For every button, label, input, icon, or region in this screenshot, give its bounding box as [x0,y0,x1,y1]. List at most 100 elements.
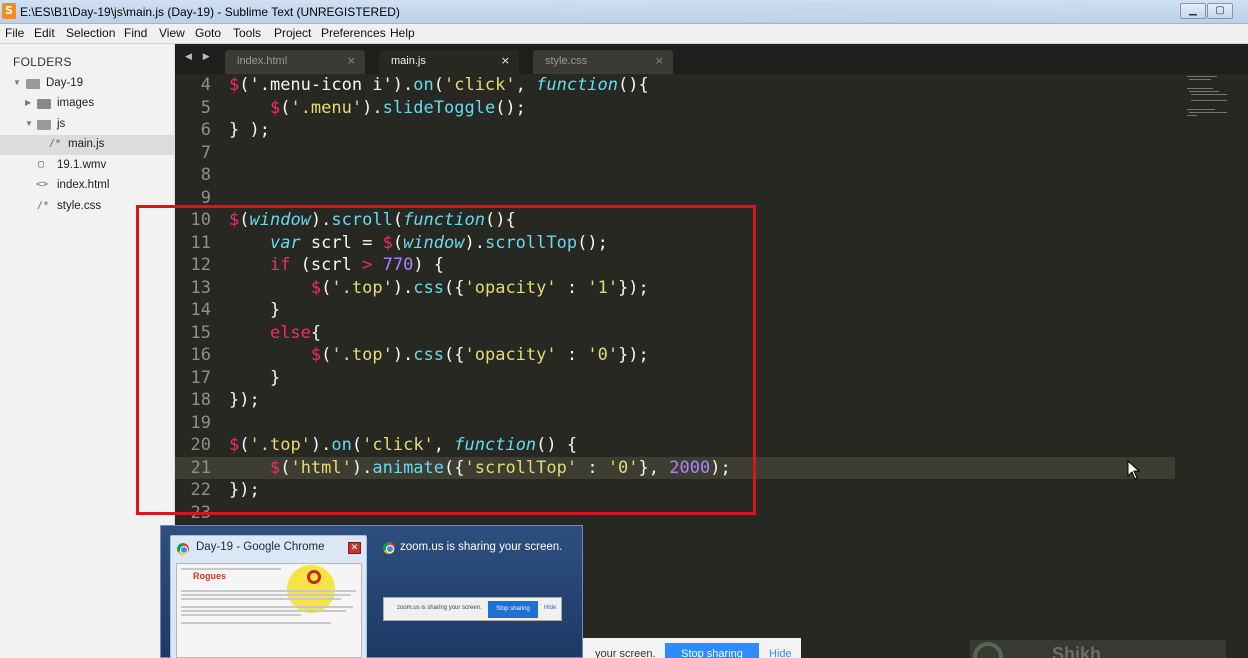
zoom-sharing-title: zoom.us is sharing your screen. [400,541,563,553]
code-token: on [413,75,434,95]
js-file-icon: /* [49,138,62,149]
tab-index-html[interactable]: index.html × [225,50,365,74]
stop-sharing-button[interactable]: Stop sharing [665,643,759,658]
css-file-icon: /* [37,200,50,211]
sidebar-item-label: main.js [68,138,105,150]
code-line[interactable]: 7 [175,142,1175,165]
code-token: '.menu' [290,97,363,118]
sidebar-item-label: js [57,118,66,130]
menu-goto[interactable]: Goto [195,26,221,40]
close-icon[interactable]: × [501,54,510,67]
expand-arrow-icon[interactable]: ▼ [25,119,33,128]
close-icon[interactable]: × [347,54,356,67]
code-text: } ); [229,119,270,141]
sidebar-item-js[interactable]: ▼ js [0,115,175,135]
sidebar-item-label: 19.1.wmv [57,159,107,171]
menu-bar: File Edit Selection Find View Goto Tools… [0,24,1248,44]
line-number: 5 [200,97,211,118]
code-line[interactable]: 4 $('.menu-icon i').on('click', function(… [175,74,1175,97]
folder-open-icon [26,79,40,89]
menu-selection[interactable]: Selection [66,26,115,40]
close-icon[interactable]: ✕ [348,542,361,554]
menu-find[interactable]: Find [124,26,147,40]
menu-edit[interactable]: Edit [34,26,55,40]
code-token: 'click' [443,75,516,95]
zoom-mini-hide-link[interactable]: Hide [544,605,556,611]
site-logo: Rogues [193,571,227,581]
code-token: ('.menu-icon i'). [239,75,414,95]
chrome-window-thumbnail[interactable]: Day-19 - Google Chrome ✕ Rogues [170,535,367,658]
window-titlebar: S E:\ES\B1\Day-19\js\main.js (Day-19) - … [0,0,1248,24]
tab-style-css[interactable]: style.css × [533,50,673,74]
window-title: E:\ES\B1\Day-19\js\main.js (Day-19) - Su… [20,5,400,19]
sidebar-item-19-1-wmv[interactable]: ▢ 19.1.wmv [0,156,175,176]
code-line[interactable]: 8 [175,164,1175,187]
code-token: (){ [618,75,649,95]
html-file-icon: <> [36,179,49,190]
line-number: 8 [200,165,211,185]
code-line[interactable]: 6 } ); [175,119,1175,142]
menu-tools[interactable]: Tools [233,26,261,40]
chrome-icon [177,543,189,555]
collapse-arrow-icon[interactable]: ▶ [25,98,31,107]
zoom-mini-text: zoom.us is sharing your screen. [397,605,482,611]
chrome-icon [383,542,395,554]
menu-preferences[interactable]: Preferences [321,26,386,40]
sidebar-item-images[interactable]: ▶ images [0,94,175,114]
watermark-text: Shikh [1052,644,1102,658]
mouse-pointer-icon [1127,460,1141,480]
expand-arrow-icon[interactable]: ▼ [13,78,21,87]
menu-file[interactable]: File [5,26,24,40]
tab-label: style.css [545,55,588,67]
line-number: 4 [200,75,211,95]
line-number: 6 [200,120,211,140]
code-token: ). [362,97,383,118]
record-icon [307,570,321,584]
code-token: ( [280,97,291,118]
tab-bar: ◀ ▶ index.html × main.js × style.css × [175,44,1248,74]
video-file-icon: ▢ [38,159,45,170]
background-window-ghost [460,2,1180,22]
code-token: $ [269,97,281,118]
zoom-sharing-thumbnail[interactable]: zoom.us is sharing your screen. Stop sha… [383,597,562,621]
close-icon[interactable]: × [655,54,664,67]
maximize-icon[interactable]: ▢ [1207,3,1233,19]
code-token: slideToggle [382,97,496,118]
sidebar-item-day-19[interactable]: ▼ Day-19 [0,74,175,94]
folder-open-icon [37,120,51,130]
share-bar-text: your screen. [595,648,656,658]
taskbar-thumbnail-popup: Day-19 - Google Chrome ✕ Rogues zoom.us … [160,525,583,658]
menu-view[interactable]: View [159,26,185,40]
sidebar-item-label: index.html [57,179,110,191]
menu-help[interactable]: Help [390,26,415,40]
minimap[interactable] [1183,74,1248,134]
sublime-app-icon: S [2,3,16,19]
watermark-logo-icon [973,642,1003,658]
tab-label: main.js [391,55,426,67]
sidebar-item-label: style.css [57,200,102,212]
code-line[interactable]: 5 $('.menu').slideToggle(); [175,97,1175,120]
folder-icon [37,99,51,109]
tab-label: index.html [237,55,288,67]
code-token: $ [229,75,240,95]
sidebar-item-label: images [57,97,95,109]
thumbnail-title: Day-19 - Google Chrome [196,541,325,553]
code-token: , [515,75,537,95]
code-token: } ); [229,120,270,140]
tab-nav-arrows-icon[interactable]: ◀ ▶ [185,52,214,62]
code-token: (); [495,97,526,118]
hide-link[interactable]: Hide [769,648,792,658]
minimize-icon[interactable]: ▁ [1180,3,1206,19]
red-annotation-box [136,205,756,515]
channel-watermark: Shikh [970,640,1226,658]
tab-main-js[interactable]: main.js × [379,50,519,74]
menu-project[interactable]: Project [274,26,311,40]
zoom-mini-stop-button[interactable]: Stop sharing [488,601,538,618]
code-text: $('.menu-icon i').on('click', function()… [229,74,649,96]
code-text: $('.menu').slideToggle(); [229,97,526,119]
code-token: ( [433,75,444,95]
sidebar-item-index-html[interactable]: <> index.html [0,176,175,196]
line-number: 7 [200,142,211,163]
sidebar-item-main-js[interactable]: /* main.js [0,135,175,155]
